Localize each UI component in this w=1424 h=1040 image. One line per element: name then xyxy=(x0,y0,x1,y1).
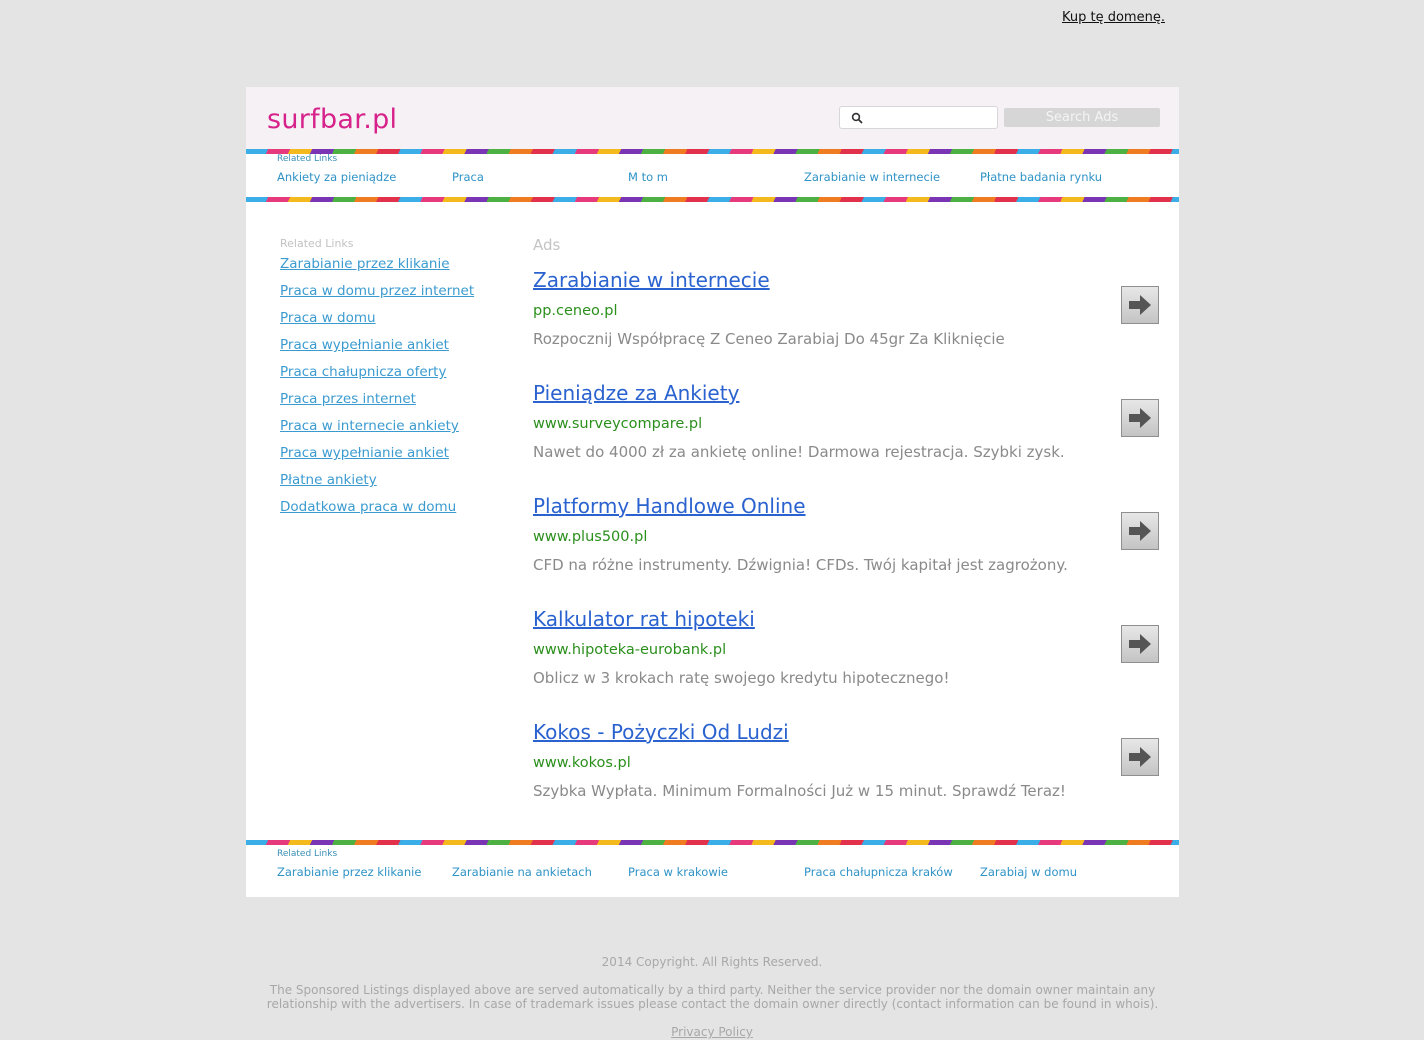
search-icon xyxy=(851,112,863,124)
top-bar: Kup tę domenę. xyxy=(0,0,1424,40)
disclaimer-text: The Sponsored Listings displayed above a… xyxy=(266,983,1159,1011)
ad-description: Nawet do 4000 zł za ankietę online! Darm… xyxy=(533,443,1065,461)
top-related-link[interactable]: Ankiety za pieniądze xyxy=(277,170,396,184)
ad-url[interactable]: www.plus500.pl xyxy=(533,529,647,545)
side-related-link[interactable]: Praca wypełnianie ankiet xyxy=(280,445,490,472)
ad-listing: Zarabianie w internecie pp.ceneo.pl Rozp… xyxy=(533,268,1163,368)
side-related-link[interactable]: Praca przes internet xyxy=(280,391,490,418)
arrow-right-icon xyxy=(1129,295,1151,315)
ad-listing: Pieniądze za Ankiety www.surveycompare.p… xyxy=(533,381,1163,481)
color-stripe xyxy=(246,197,1179,202)
search-input[interactable] xyxy=(866,109,995,128)
header: surfbar.pl Search Ads xyxy=(246,87,1179,149)
ad-arrow-button[interactable] xyxy=(1121,512,1159,550)
arrow-right-icon xyxy=(1129,747,1151,767)
ad-url[interactable]: www.surveycompare.pl xyxy=(533,416,702,432)
bottom-related-link[interactable]: Zarabianie na ankietach xyxy=(452,865,592,879)
top-related-link[interactable]: M to m xyxy=(628,170,668,184)
copyright-text: 2014 Copyright. All Rights Reserved. xyxy=(601,955,823,969)
bottom-related-links-title: Related Links xyxy=(277,849,338,859)
buy-domain-link[interactable]: Kup tę domenę. xyxy=(1062,10,1165,25)
ad-title-link[interactable]: Kokos - Pożyczki Od Ludzi xyxy=(533,720,789,744)
ad-title-link[interactable]: Kalkulator rat hipoteki xyxy=(533,607,755,631)
color-stripe xyxy=(246,840,1179,845)
side-related-links-title: Related Links xyxy=(280,237,354,250)
search-ads-button[interactable]: Search Ads xyxy=(1004,108,1160,127)
side-related-link[interactable]: Praca chałupnicza oferty xyxy=(280,364,490,391)
side-related-link[interactable]: Praca wypełnianie ankiet xyxy=(280,337,490,364)
ad-url[interactable]: pp.ceneo.pl xyxy=(533,303,617,319)
ad-arrow-button[interactable] xyxy=(1121,286,1159,324)
ad-url[interactable]: www.kokos.pl xyxy=(533,755,631,771)
side-related-link[interactable]: Praca w domu xyxy=(280,310,490,337)
privacy-policy-link[interactable]: Privacy Policy xyxy=(0,1025,1424,1039)
ad-arrow-button[interactable] xyxy=(1121,399,1159,437)
arrow-right-icon xyxy=(1129,634,1151,654)
side-related-link[interactable]: Dodatkowa praca w domu xyxy=(280,499,490,526)
bottom-related-link[interactable]: Zarabiaj w domu xyxy=(980,865,1077,879)
arrow-right-icon xyxy=(1129,521,1151,541)
bottom-related-link[interactable]: Zarabianie przez klikanie xyxy=(277,865,421,879)
top-related-links: Related Links Ankiety za pieniądze Praca… xyxy=(246,151,1179,193)
main-card: surfbar.pl Search Ads Related Links Anki… xyxy=(246,87,1179,897)
ad-description: CFD na różne instrumenty. Dźwignia! CFDs… xyxy=(533,556,1068,574)
ads-label: Ads xyxy=(533,236,561,254)
side-related-links: Related Links Zarabianie przez klikanie … xyxy=(280,237,490,526)
side-related-link[interactable]: Zarabianie przez klikanie xyxy=(280,256,490,283)
ad-description: Rozpocznij Współpracę Z Ceneo Zarabiaj D… xyxy=(533,330,1005,348)
top-related-link[interactable]: Zarabianie w internecie xyxy=(804,170,940,184)
side-related-link[interactable]: Praca w domu przez internet xyxy=(280,283,490,310)
ad-listing: Kalkulator rat hipoteki www.hipoteka-eur… xyxy=(533,607,1163,707)
arrow-right-icon xyxy=(1129,408,1151,428)
side-related-link[interactable]: Praca w internecie ankiety xyxy=(280,418,490,445)
ad-title-link[interactable]: Pieniądze za Ankiety xyxy=(533,381,739,405)
top-related-links-title: Related Links xyxy=(277,154,338,164)
site-logo[interactable]: surfbar.pl xyxy=(267,104,397,135)
bottom-related-link[interactable]: Praca w krakowie xyxy=(628,865,728,879)
bottom-related-link[interactable]: Praca chałupnicza kraków xyxy=(804,865,953,879)
ad-description: Szybka Wypłata. Minimum Formalności Już … xyxy=(533,782,1066,800)
bottom-related-links: Related Links Zarabianie przez klikanie … xyxy=(246,846,1179,888)
ad-title-link[interactable]: Zarabianie w internecie xyxy=(533,268,770,292)
top-related-link[interactable]: Płatne badania rynku xyxy=(980,170,1102,184)
ad-listing: Kokos - Pożyczki Od Ludzi www.kokos.pl S… xyxy=(533,720,1163,820)
ad-title-link[interactable]: Platformy Handlowe Online xyxy=(533,494,806,518)
search-box[interactable] xyxy=(839,106,998,129)
side-related-link[interactable]: Płatne ankiety xyxy=(280,472,490,499)
ad-description: Oblicz w 3 krokach ratę swojego kredytu … xyxy=(533,669,950,687)
ad-arrow-button[interactable] xyxy=(1121,738,1159,776)
ad-listing: Platformy Handlowe Online www.plus500.pl… xyxy=(533,494,1163,594)
ad-arrow-button[interactable] xyxy=(1121,625,1159,663)
ad-url[interactable]: www.hipoteka-eurobank.pl xyxy=(533,642,726,658)
top-related-link[interactable]: Praca xyxy=(452,170,484,184)
